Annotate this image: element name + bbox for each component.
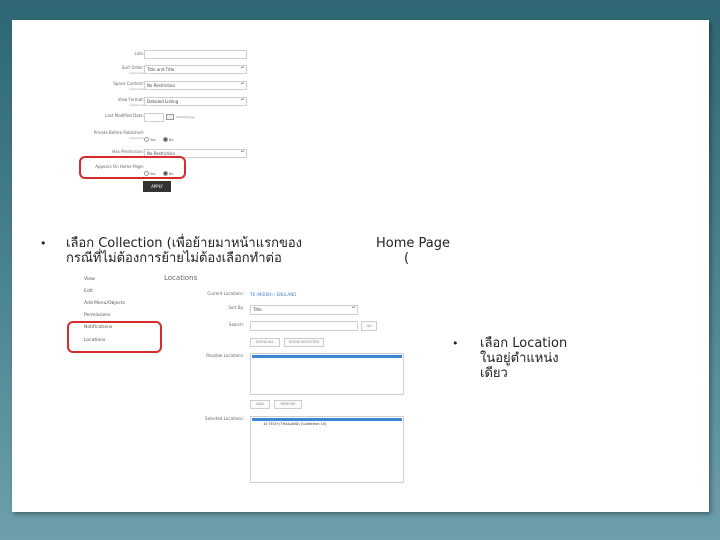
show-all-button[interactable]: SHOW ALL	[250, 338, 280, 347]
link-input[interactable]	[144, 50, 247, 59]
sort-by-label: Sort By:	[228, 305, 244, 310]
apply-button[interactable]: APPLY	[143, 181, 171, 192]
last-modified-input[interactable]	[144, 113, 164, 122]
selected-locations-list[interactable]: 10 TECH (THAILAND) (Collection 10)	[250, 416, 404, 483]
bullet-3-line3: เดียว	[480, 366, 508, 381]
date-format-hint: dd/mm/yyyy	[176, 115, 195, 119]
private-before-published-label: Private Before Published: (required)	[93, 130, 144, 140]
search-go-button[interactable]: Go	[361, 321, 377, 331]
locations-title: Locations	[164, 274, 198, 282]
nav-edit[interactable]: Edit	[84, 289, 93, 294]
bullet-2: Home Page (	[376, 236, 450, 266]
remove-button[interactable]: REMOVE	[274, 400, 302, 409]
bullet-2-line1: Home Page	[376, 236, 450, 251]
bullet-3-line1: เลือก Location	[480, 336, 568, 351]
add-button[interactable]: ADD	[250, 400, 270, 409]
current-locations-label: Current Locations:	[207, 291, 244, 296]
has-permission-label: Has Permission:	[112, 149, 144, 154]
bullet-1-line1: เลือก Collection (เพื่อย้ายมาหน้าแรกของ	[66, 236, 302, 251]
space-content-label: Space Content: (required)	[113, 81, 144, 91]
link-label: Link:	[134, 51, 144, 56]
selected-locations-label: Selected Locations:	[205, 416, 244, 421]
last-modified-label: Last Modified Date:	[105, 113, 144, 118]
sort-order-label: Sort Order: (required)	[121, 65, 144, 75]
nav-permissions[interactable]: Permissions	[84, 313, 111, 318]
possible-highlight-row[interactable]	[252, 355, 402, 358]
search-input[interactable]	[250, 321, 358, 331]
radio-no[interactable]	[162, 137, 168, 142]
sort-order-select[interactable]: Title and Title	[144, 65, 247, 74]
private-before-published-radios: Yes No	[144, 129, 176, 148]
selected-highlight-row[interactable]	[252, 418, 402, 421]
home-page-highlight	[79, 156, 186, 179]
nav-add-menu-objects[interactable]: Add Menu/Objects	[84, 301, 125, 306]
locations-highlight	[67, 321, 162, 353]
selected-location-item[interactable]: 10 TECH (THAILAND) (Collection 10)	[251, 422, 403, 426]
search-label: Search:	[228, 322, 244, 327]
view-format-select[interactable]: Detailed Listing	[144, 97, 247, 106]
bullet-dot: •	[40, 237, 47, 250]
possible-locations-label: Possible Locations:	[206, 353, 244, 358]
current-locations-value[interactable]: TK (MIDSH) / ENGLAND	[250, 292, 296, 297]
bullet-3: • เลือก Location ในอยู่ตำแหน่ง เดียว	[452, 336, 567, 381]
nav-view[interactable]: View	[84, 277, 95, 282]
bullet-2-line2: (	[404, 251, 410, 266]
locations-screenshot: View Edit Add Menu/Objects Permissions N…	[72, 272, 404, 492]
space-content-select[interactable]: No Restriction	[144, 81, 247, 90]
bullet-1: • เลือก Collection (เพื่อย้ายมาหน้าแรกของ…	[40, 236, 302, 266]
slide: Link: Sort Order: (required) Title and Ti…	[12, 20, 709, 512]
radio-yes[interactable]	[144, 137, 149, 142]
sort-by-select[interactable]: Title	[250, 305, 358, 315]
possible-locations-list[interactable]	[250, 353, 404, 395]
calendar-icon[interactable]	[166, 114, 174, 120]
bullet-dot: •	[452, 337, 459, 350]
bullet-1-line2: กรณีที่ไม่ต้องการย้ายไม่ต้องเลือกทำต่อ	[66, 251, 282, 266]
bullet-3-line2: ในอยู่ตำแหน่ง	[480, 351, 559, 366]
view-format-label: View Format: (optional)	[117, 97, 144, 107]
show-selected-button[interactable]: SHOW SELECTED	[284, 338, 324, 347]
